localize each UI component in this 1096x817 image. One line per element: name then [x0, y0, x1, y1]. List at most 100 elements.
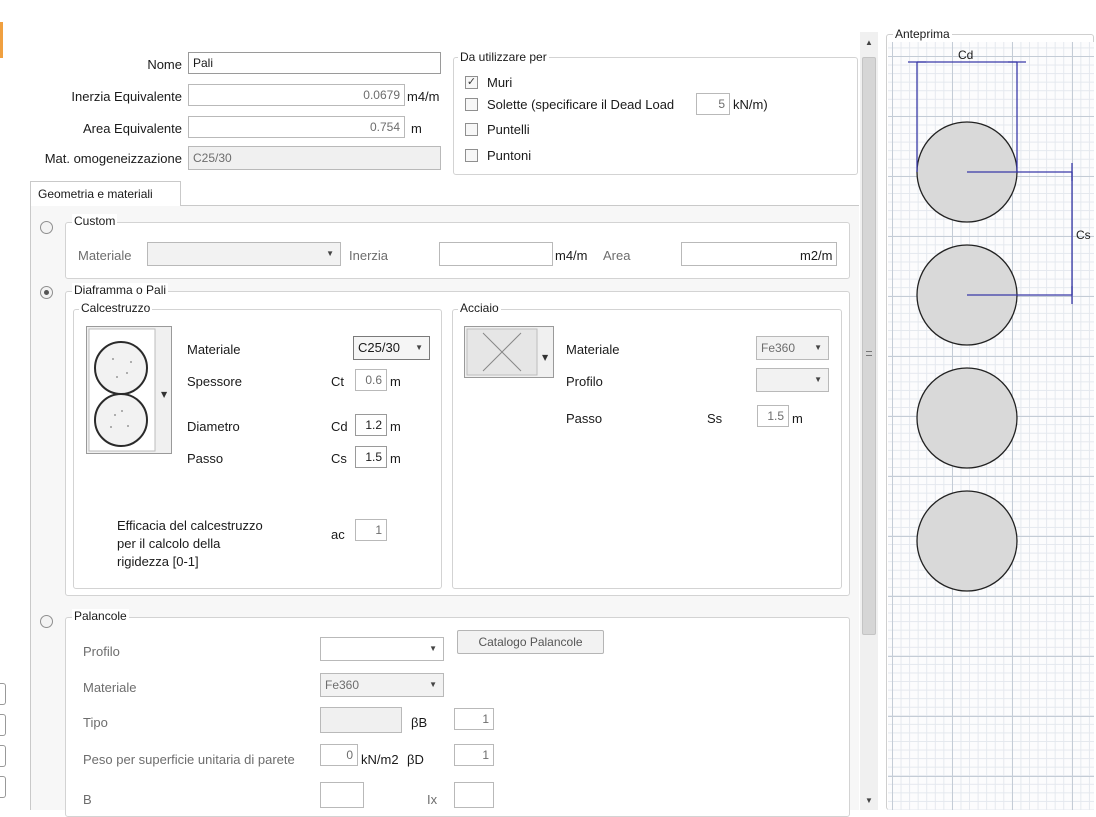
ix-label: Ix	[427, 792, 438, 807]
ix-input[interactable]	[454, 782, 494, 808]
b-label: B	[83, 792, 92, 807]
tab-geometria-materiali[interactable]: Geometria e materiali	[30, 181, 181, 206]
custom-area-unit: m2/m	[800, 248, 833, 263]
cd-dimension-label: Cd	[958, 48, 974, 62]
custom-radio[interactable]	[40, 221, 53, 234]
calcestruzzo-materiale-label: Materiale	[187, 342, 241, 357]
palancole-profilo-select[interactable]: ▼	[320, 637, 444, 661]
calcestruzzo-materiale-select[interactable]: C25/30 ▼	[353, 336, 430, 360]
peso-input[interactable]: 0	[320, 744, 358, 766]
nome-label: Nome	[147, 57, 182, 72]
chevron-down-icon: ▼	[326, 249, 334, 258]
pile-section-picker[interactable]: ▼	[86, 326, 172, 454]
passo-label: Passo	[187, 451, 224, 466]
svg-text:▼: ▼	[161, 390, 168, 399]
custom-group-title: Custom	[72, 214, 118, 228]
mat-omogeneizzazione-label: Mat. omogeneizzazione	[44, 151, 182, 166]
b-input[interactable]	[320, 782, 364, 808]
peso-unit: kN/m2	[361, 752, 399, 767]
peso-label: Peso per superficie unitaria di parete	[83, 752, 295, 767]
calcestruzzo-group-title: Calcestruzzo	[79, 301, 153, 315]
acciaio-passo-input[interactable]: 1.5	[757, 405, 789, 427]
efficacia-input[interactable]: 1	[355, 519, 387, 541]
mat-omogeneizzazione-value: C25/30	[188, 146, 441, 170]
dead-load-unit: kN/m)	[733, 97, 768, 112]
palancole-materiale-select[interactable]: Fe360 ▼	[320, 673, 444, 697]
palancole-group-title: Palancole	[72, 609, 129, 623]
palancole-tipo-value	[320, 707, 402, 733]
profilo-label: Profilo	[566, 374, 603, 389]
muri-checkbox[interactable]: ✓	[465, 76, 478, 89]
spessore-input[interactable]: 0.6	[355, 369, 387, 391]
diametro-label: Diametro	[187, 419, 240, 434]
custom-inerzia-label: Inerzia	[349, 248, 389, 263]
passo-input[interactable]: 1.5	[355, 446, 387, 468]
preview-group-title: Anteprima	[893, 27, 952, 41]
svg-text:▼: ▼	[542, 353, 549, 362]
puntelli-checkbox[interactable]	[465, 123, 478, 136]
area-equivalente-value[interactable]: 0.754	[188, 116, 405, 138]
custom-inerzia-input[interactable]	[439, 242, 553, 266]
left-edge-bracket-1	[0, 683, 6, 705]
beta-b-label: βB	[411, 715, 428, 730]
passo-unit: m	[390, 451, 401, 466]
pile-circle-3	[916, 367, 1018, 469]
solette-checkbox[interactable]	[465, 98, 478, 111]
usage-group-title: Da utilizzare per	[458, 50, 549, 64]
acciaio-group-title: Acciaio	[458, 301, 501, 315]
pile-preview-drawing	[908, 61, 1073, 592]
dead-load-input[interactable]: 5	[696, 93, 730, 115]
acciaio-profilo-select[interactable]: ▼	[756, 368, 829, 392]
grip-icon	[866, 351, 872, 356]
custom-materiale-label: Materiale	[78, 248, 132, 263]
palancole-materiale-select-value: Fe360	[325, 678, 360, 692]
acciaio-passo-symbol: Ss	[707, 411, 723, 426]
cs-dimension-label: Cs	[1076, 228, 1091, 242]
acciaio-materiale-select-value: Fe360	[761, 341, 796, 355]
no-profile-icon: ▼	[466, 328, 549, 376]
custom-inerzia-unit: m4/m	[555, 248, 588, 263]
efficacia-symbol: ac	[331, 527, 345, 542]
area-equivalente-unit: m	[411, 121, 422, 136]
diametro-symbol: Cd	[331, 419, 348, 434]
diaframma-radio[interactable]	[40, 286, 53, 299]
efficacia-label-line2: per il calcolo della	[117, 536, 221, 551]
scrollbar-thumb[interactable]	[862, 57, 876, 635]
passo-symbol: Cs	[331, 451, 347, 466]
acciaio-materiale-select[interactable]: Fe360 ▼	[756, 336, 829, 360]
preview-canvas: Cd Cs	[888, 42, 1094, 810]
beta-d-input[interactable]: 1	[454, 744, 494, 766]
acciaio-materiale-label: Materiale	[566, 342, 620, 357]
muri-label: Muri	[487, 75, 513, 90]
spessore-symbol: Ct	[331, 374, 344, 389]
diaframma-group-title: Diaframma o Pali	[72, 283, 169, 297]
calcestruzzo-materiale-select-value: C25/30	[358, 340, 400, 355]
inerzia-equivalente-value[interactable]: 0.0679	[188, 84, 405, 106]
solette-label: Solette (specificare il Dead Load	[487, 97, 675, 112]
left-edge-bracket-3	[0, 745, 6, 767]
spessore-unit: m	[390, 374, 401, 389]
tab-geometria-materiali-label: Geometria e materiali	[38, 187, 153, 201]
puntoni-checkbox[interactable]	[465, 149, 478, 162]
palancole-tipo-label: Tipo	[83, 715, 108, 730]
chevron-down-icon: ▼	[429, 680, 437, 689]
custom-materiale-select[interactable]: ▼	[147, 242, 341, 266]
scroll-down-arrow-icon[interactable]: ▼	[865, 796, 873, 805]
nome-input[interactable]: Pali	[188, 52, 441, 74]
catalogo-palancole-button[interactable]: Catalogo Palancole	[457, 630, 604, 654]
left-edge-bracket-2	[0, 714, 6, 736]
steel-profile-picker[interactable]: ▼	[464, 326, 554, 378]
vertical-scrollbar[interactable]: ▲ ▼	[860, 32, 878, 810]
chevron-down-icon: ▼	[814, 375, 822, 384]
inerzia-equivalente-label: Inerzia Equivalente	[71, 89, 182, 104]
acciaio-passo-unit: m	[792, 411, 803, 426]
diametro-unit: m	[390, 419, 401, 434]
palancole-radio[interactable]	[40, 615, 53, 628]
left-edge-bracket-4	[0, 776, 6, 798]
beta-d-label: βD	[407, 752, 424, 767]
palancole-materiale-label: Materiale	[83, 680, 137, 695]
beta-b-input[interactable]: 1	[454, 708, 494, 730]
diametro-input[interactable]: 1.2	[355, 414, 387, 436]
scroll-up-arrow-icon[interactable]: ▲	[865, 38, 873, 47]
chevron-down-icon: ▼	[814, 343, 822, 352]
